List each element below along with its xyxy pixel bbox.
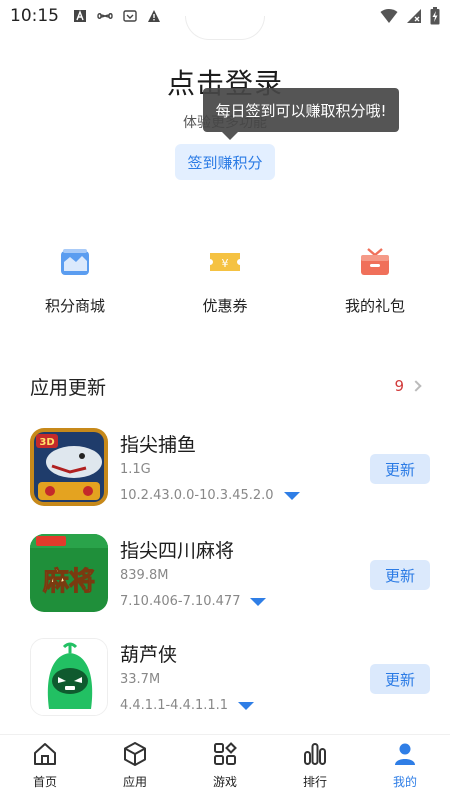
coupon-icon: ¥	[208, 245, 242, 279]
app-name: 葫芦侠	[120, 644, 178, 666]
nav-item-home[interactable]: 首页	[0, 735, 90, 800]
update-button[interactable]: 更新	[370, 454, 430, 484]
quick-label: 优惠券	[202, 297, 248, 315]
coupon-entry[interactable]: ¥ 优惠券	[150, 245, 300, 316]
bottom-nav: 首页 应用 游戏 排行 我的	[0, 734, 450, 800]
battery-charging-icon	[430, 7, 440, 25]
wifi-icon	[380, 9, 398, 23]
update-count: 9	[394, 377, 404, 395]
mahjong-app-icon: 麻将	[30, 534, 108, 612]
app-version-toggle[interactable]: 7.10.406-7.10.477	[120, 594, 267, 609]
update-button[interactable]: 更新	[370, 664, 430, 694]
tooltip-arrow	[222, 132, 238, 140]
app-update-row[interactable]: 3D 指尖捕鱼 1.1G 10.2.43.0.0-10.3.45.2.0 更新	[30, 428, 430, 508]
app-updates-header[interactable]: 应用更新 9	[30, 372, 422, 400]
quick-actions: 积分商城 ¥ 优惠券 我的礼包	[0, 245, 450, 316]
nav-item-mine[interactable]: 我的	[360, 735, 450, 800]
checkin-button[interactable]: 签到赚积分	[175, 144, 275, 180]
ranking-bars-icon	[302, 741, 328, 767]
points-mall-entry[interactable]: 积分商城	[0, 245, 150, 316]
quick-label: 积分商城	[44, 297, 105, 315]
expand-arrow-icon	[250, 597, 267, 606]
nav-label: 首页	[32, 775, 57, 789]
app-size: 1.1G	[120, 462, 151, 477]
app-name: 指尖四川麻将	[120, 540, 235, 562]
nav-item-ranking[interactable]: 排行	[270, 735, 360, 800]
person-icon	[392, 741, 418, 767]
app-version: 4.4.1.1-4.4.1.1.1	[120, 698, 229, 713]
fishing-game-app-icon: 3D	[30, 428, 108, 506]
infinity-icon	[97, 13, 113, 19]
avatar-placeholder[interactable]	[185, 16, 265, 40]
chevron-right-icon	[410, 380, 422, 392]
app-size: 839.8M	[120, 568, 169, 583]
app-update-row[interactable]: 麻将 指尖四川麻将 839.8M 7.10.406-7.10.477 更新	[30, 534, 430, 614]
mahjong-icon-text: 麻将	[42, 567, 95, 597]
quick-label: 我的礼包	[344, 297, 405, 315]
update-button[interactable]: 更新	[370, 560, 430, 590]
app-version-toggle[interactable]: 4.4.1.1-4.4.1.1.1	[120, 698, 255, 713]
nav-item-apps[interactable]: 应用	[90, 735, 180, 800]
points-mall-icon	[58, 245, 92, 279]
nav-label: 排行	[302, 775, 327, 789]
expand-arrow-icon	[238, 701, 255, 710]
cell-signal-icon	[407, 9, 421, 23]
app-version-toggle[interactable]: 10.2.43.0.0-10.3.45.2.0	[120, 488, 300, 503]
checkin-tooltip: 每日签到可以赚取积分哦!	[203, 88, 399, 132]
status-right-icons	[380, 7, 440, 25]
app-box-icon	[122, 741, 148, 767]
image-icon	[123, 10, 137, 22]
nav-label: 我的	[392, 775, 417, 789]
a-notification-icon	[74, 10, 86, 22]
update-count-link[interactable]: 9	[394, 377, 422, 395]
gift-box-icon	[358, 245, 392, 279]
nav-item-games[interactable]: 游戏	[180, 735, 270, 800]
nav-label: 游戏	[212, 775, 237, 789]
status-time: 10:15	[10, 6, 59, 26]
app-name: 指尖捕鱼	[120, 434, 197, 456]
app-size: 33.7M	[120, 672, 161, 687]
warning-icon	[148, 10, 160, 22]
fish-badge-text: 3D	[39, 437, 54, 448]
nav-label: 应用	[122, 775, 147, 789]
svg-text:¥: ¥	[222, 257, 229, 270]
game-grid-icon	[212, 741, 238, 767]
app-update-row[interactable]: 葫芦侠 33.7M 4.4.1.1-4.4.1.1.1 更新	[30, 638, 430, 718]
app-version: 7.10.406-7.10.477	[120, 594, 241, 609]
huluxia-app-icon	[30, 638, 108, 716]
app-version: 10.2.43.0.0-10.3.45.2.0	[120, 488, 274, 503]
expand-arrow-icon	[283, 491, 300, 500]
home-icon	[32, 741, 58, 767]
status-left-icons	[73, 9, 161, 23]
gift-box-entry[interactable]: 我的礼包	[300, 245, 450, 316]
section-title: 应用更新	[30, 376, 107, 399]
